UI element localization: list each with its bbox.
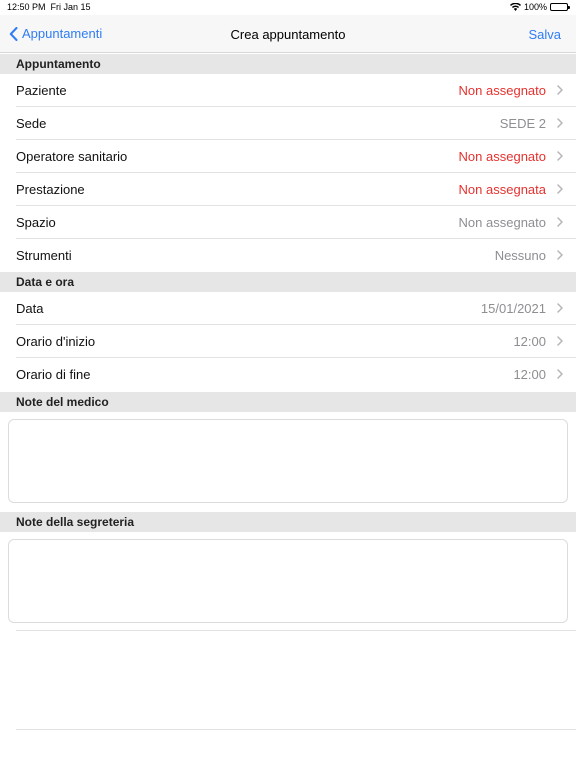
chevron-right-icon bbox=[557, 250, 563, 260]
status-date: Fri Jan 15 bbox=[50, 2, 91, 12]
chevron-right-icon bbox=[557, 303, 563, 313]
chevron-right-icon bbox=[557, 85, 563, 95]
row-strumenti[interactable]: Strumenti Nessuno bbox=[0, 239, 576, 272]
chevron-right-icon bbox=[557, 118, 563, 128]
row-label: Prestazione bbox=[16, 182, 85, 197]
battery-icon bbox=[550, 3, 570, 11]
row-value: Non assegnato bbox=[458, 83, 546, 98]
row-value: Non assegnata bbox=[458, 182, 546, 197]
row-value: 12:00 bbox=[513, 334, 546, 349]
section-header-appuntamento: Appuntamento bbox=[0, 54, 576, 74]
divider bbox=[16, 630, 576, 631]
status-right: 100% bbox=[509, 2, 570, 12]
page-title: Crea appuntamento bbox=[230, 27, 346, 42]
chevron-right-icon bbox=[557, 369, 563, 379]
row-value: 12:00 bbox=[513, 367, 546, 382]
row-label: Orario d'inizio bbox=[16, 334, 96, 349]
row-value: Non assegnato bbox=[458, 215, 546, 230]
row-label: Operatore sanitario bbox=[16, 149, 128, 164]
row-label: Strumenti bbox=[16, 248, 72, 263]
row-spazio[interactable]: Spazio Non assegnato bbox=[0, 206, 576, 239]
row-orario-inizio[interactable]: Orario d'inizio 12:00 bbox=[0, 325, 576, 358]
chevron-left-icon bbox=[9, 26, 18, 41]
status-time: 12:50 PM Fri Jan 15 bbox=[7, 2, 91, 12]
note-segreteria-input[interactable] bbox=[9, 540, 567, 622]
chevron-right-icon bbox=[557, 151, 563, 161]
section-header-note-segreteria: Note della segreteria bbox=[0, 512, 576, 532]
navigation-bar: Appuntamenti Crea appuntamento Salva bbox=[0, 15, 576, 53]
section-header-data-ora: Data e ora bbox=[0, 272, 576, 292]
row-prestazione[interactable]: Prestazione Non assegnata bbox=[0, 173, 576, 206]
divider bbox=[16, 729, 576, 730]
note-medico-input[interactable] bbox=[9, 420, 567, 502]
row-paziente[interactable]: Paziente Non assegnato bbox=[0, 74, 576, 107]
back-button[interactable]: Appuntamenti bbox=[9, 26, 102, 41]
row-label: Sede bbox=[16, 116, 47, 131]
note-medico-box bbox=[8, 419, 568, 503]
row-orario-fine[interactable]: Orario di fine 12:00 bbox=[0, 358, 576, 391]
back-button-label: Appuntamenti bbox=[22, 26, 103, 41]
wifi-icon bbox=[509, 3, 521, 11]
row-value: Non assegnato bbox=[458, 149, 546, 164]
battery-percent: 100% bbox=[523, 2, 547, 12]
note-segreteria-box bbox=[8, 539, 568, 623]
status-bar: 12:50 PM Fri Jan 15 100% bbox=[0, 0, 576, 15]
row-label: Orario di fine bbox=[16, 367, 91, 382]
row-data[interactable]: Data 15/01/2021 bbox=[0, 292, 576, 325]
chevron-right-icon bbox=[557, 184, 563, 194]
chevron-right-icon bbox=[557, 336, 563, 346]
row-operatore-sanitario[interactable]: Operatore sanitario Non assegnato bbox=[0, 140, 576, 173]
row-value: 15/01/2021 bbox=[480, 301, 546, 316]
row-value: SEDE 2 bbox=[499, 116, 546, 131]
row-label: Data bbox=[16, 301, 44, 316]
chevron-right-icon bbox=[557, 217, 563, 227]
row-label: Paziente bbox=[16, 83, 67, 98]
row-value: Nessuno bbox=[494, 248, 546, 263]
row-label: Spazio bbox=[16, 215, 56, 230]
row-sede[interactable]: Sede SEDE 2 bbox=[0, 107, 576, 140]
save-button[interactable]: Salva bbox=[528, 27, 561, 42]
section-header-note-medico: Note del medico bbox=[0, 392, 576, 412]
